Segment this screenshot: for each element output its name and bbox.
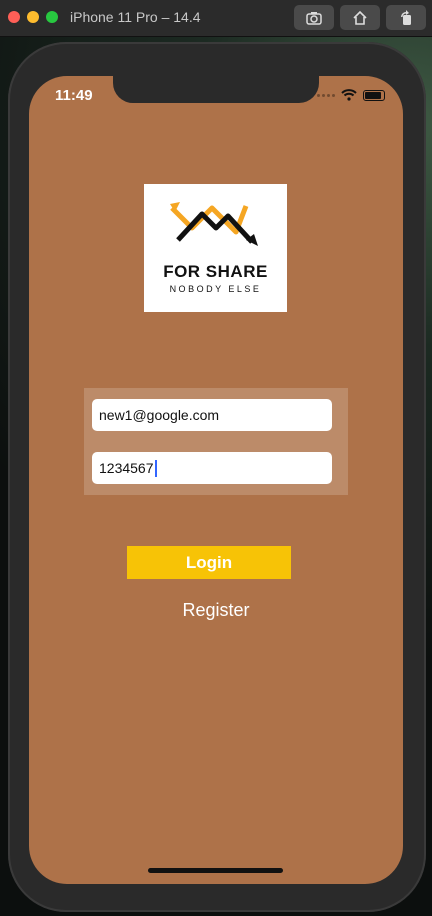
logo-subtitle: NOBODY ELSE <box>169 284 262 294</box>
rotate-button[interactable] <box>386 5 426 30</box>
rotate-icon <box>401 9 411 25</box>
email-field[interactable]: new1@google.com <box>92 399 332 431</box>
login-button[interactable]: Login <box>127 546 291 579</box>
app-screen: 11:49 FOR SHARE NOBODY ELSE new1@google.… <box>29 76 403 884</box>
screenshot-button[interactable] <box>294 5 334 30</box>
zoom-window-button[interactable] <box>46 11 58 23</box>
register-button[interactable]: Register <box>29 600 403 621</box>
email-value: new1@google.com <box>99 407 220 423</box>
wifi-icon <box>341 89 357 101</box>
window-title: iPhone 11 Pro – 14.4 <box>70 9 201 25</box>
home-icon <box>353 10 367 25</box>
password-value: 1234567 <box>99 460 154 476</box>
home-indicator <box>148 868 283 873</box>
cellular-signal-icon <box>317 93 335 97</box>
text-cursor <box>154 459 157 477</box>
app-logo: FOR SHARE NOBODY ELSE <box>144 184 287 312</box>
minimize-window-button[interactable] <box>27 11 39 23</box>
login-form: new1@google.com 1234567 <box>84 388 348 495</box>
status-icons <box>317 89 385 101</box>
for-share-logo-mark-icon <box>170 202 258 246</box>
status-time: 11:49 <box>55 87 93 104</box>
password-field[interactable]: 1234567 <box>92 452 332 484</box>
home-button[interactable] <box>340 5 380 30</box>
close-window-button[interactable] <box>8 11 20 23</box>
device-notch <box>113 76 319 103</box>
simulator-titlebar: iPhone 11 Pro – 14.4 <box>0 0 432 37</box>
camera-icon <box>306 11 322 25</box>
battery-icon <box>363 89 385 101</box>
logo-title: FOR SHARE <box>163 262 268 281</box>
